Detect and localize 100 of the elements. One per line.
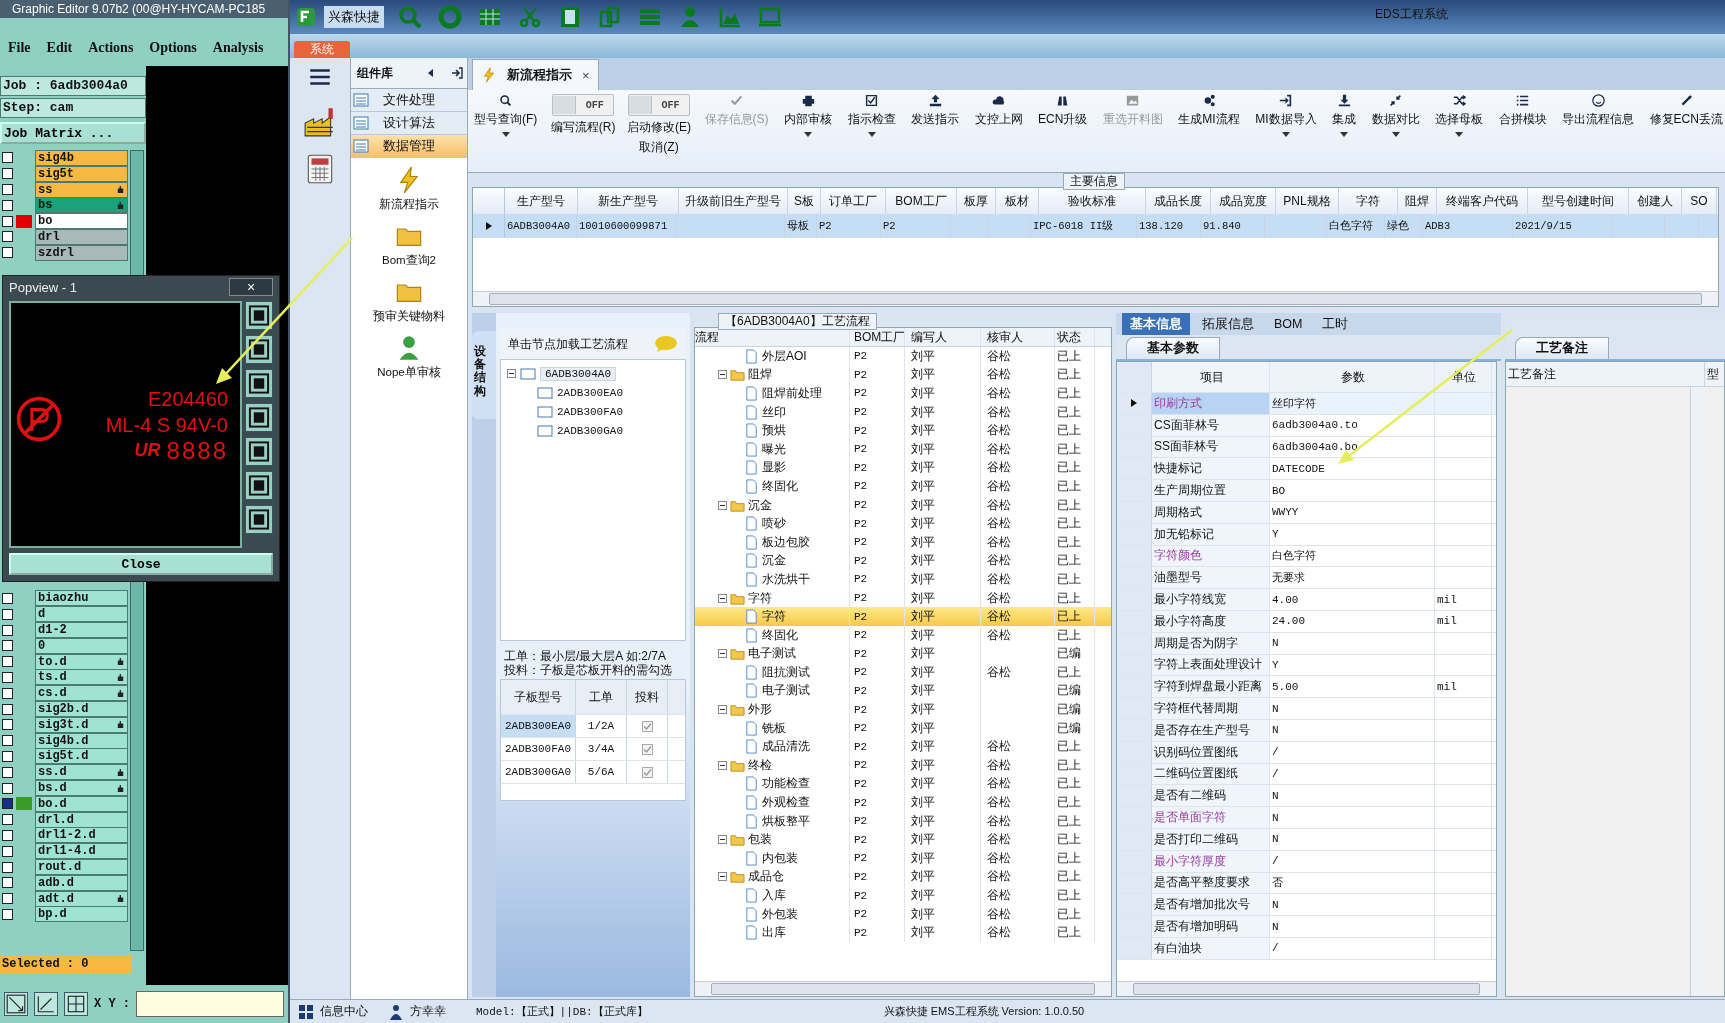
hint-text: 单击节点加载工艺流程 bbox=[508, 335, 628, 353]
param-name: 是否有增加批次号 bbox=[1152, 894, 1270, 916]
table-cell: 刘平 bbox=[911, 645, 935, 663]
table-cell: P2 bbox=[854, 350, 868, 363]
table-cell: 已上 bbox=[1057, 477, 1081, 495]
table-cell: 已上 bbox=[1057, 366, 1081, 384]
param-value: N bbox=[1270, 807, 1435, 828]
table-cell: 3/4A bbox=[576, 738, 627, 760]
table-cell: P2 bbox=[854, 759, 868, 772]
step-name: 包装 bbox=[748, 831, 772, 849]
table-cell: 刘平 bbox=[911, 924, 935, 942]
param-value: 4.00 bbox=[1270, 589, 1435, 610]
param-name: CS面菲林号 bbox=[1152, 414, 1270, 436]
table-cell: 刘平 bbox=[911, 347, 935, 365]
param-value: N bbox=[1270, 632, 1435, 654]
table-cell: P2 bbox=[854, 610, 868, 623]
table-cell: 刘平 bbox=[911, 701, 935, 719]
table-cell: 已上 bbox=[1057, 422, 1081, 440]
panel-title: 组件库 bbox=[357, 64, 394, 82]
unit-text: mil bbox=[1437, 593, 1457, 606]
step-name: 外形 bbox=[748, 701, 772, 719]
table-cell: P2 bbox=[854, 536, 868, 549]
step-name: 电子测试 bbox=[748, 645, 796, 663]
param-name: 字符到焊盘最小距离 bbox=[1152, 676, 1270, 698]
table-cell: 5/6A bbox=[576, 761, 627, 783]
step-name: 终固化 bbox=[762, 477, 798, 495]
table-cell: 谷松 bbox=[987, 831, 1011, 849]
table-cell: 已编 bbox=[1057, 645, 1081, 663]
step-name: 外层AOI bbox=[762, 347, 807, 365]
param-name: 是否有二维码 bbox=[1152, 785, 1270, 807]
table-cell: 已编 bbox=[1057, 701, 1081, 719]
step-name: 阻抗测试 bbox=[762, 663, 810, 681]
param-name: 最小字符厚度 bbox=[1152, 850, 1270, 872]
table-cell: 刘平 bbox=[911, 831, 935, 849]
table-cell: 已上 bbox=[1057, 440, 1081, 458]
table-cell: 已上 bbox=[1057, 533, 1081, 551]
param-name: 周期格式 bbox=[1152, 502, 1270, 523]
step-name: 成品仓 bbox=[748, 868, 784, 886]
table-cell: 谷松 bbox=[987, 608, 1011, 626]
unit-text: mil bbox=[1437, 615, 1457, 628]
table-cell: P2 bbox=[854, 387, 868, 400]
table-cell: ADB3 bbox=[1425, 220, 1451, 232]
table-cell: 谷松 bbox=[987, 924, 1011, 942]
table-cell: 已上 bbox=[1057, 347, 1081, 365]
table-cell: P2 bbox=[819, 220, 832, 232]
table-cell: 91.840 bbox=[1203, 220, 1241, 232]
param-name: 有白油块 bbox=[1152, 937, 1270, 959]
step-name: 预烘 bbox=[762, 422, 786, 440]
param-name: 识别码位置图纸 bbox=[1152, 741, 1270, 763]
table-cell: 刘平 bbox=[911, 719, 935, 737]
step-name: 外观检查 bbox=[762, 794, 810, 812]
table-cell: 刘平 bbox=[911, 794, 935, 812]
step-name: 烘板整平 bbox=[762, 812, 810, 830]
table-cell: 刘平 bbox=[911, 812, 935, 830]
table-cell: P2 bbox=[854, 406, 868, 419]
table-cell: 谷松 bbox=[987, 589, 1011, 607]
table-cell: 刘平 bbox=[911, 589, 935, 607]
table-cell: 谷松 bbox=[987, 849, 1011, 867]
param-value: 丝印字符 bbox=[1270, 393, 1435, 414]
step-name: 终检 bbox=[748, 756, 772, 774]
silkscreen-text: ML-4 S 94V-0 bbox=[105, 412, 228, 437]
table-cell: 刘平 bbox=[911, 775, 935, 793]
step-name: 功能检查 bbox=[762, 775, 810, 793]
param-value: N bbox=[1270, 785, 1435, 807]
step-name: 阻焊 bbox=[748, 366, 772, 384]
param-value: / bbox=[1270, 763, 1435, 785]
table-cell: 已上 bbox=[1057, 552, 1081, 570]
table-cell: 10010600099871 bbox=[579, 220, 668, 232]
param-value: 无要求 bbox=[1270, 567, 1435, 589]
window-title: EDS工程系统 bbox=[1375, 6, 1448, 23]
param-value: N bbox=[1270, 828, 1435, 850]
table-cell: 刘平 bbox=[911, 366, 935, 384]
table-cell: 刘平 bbox=[911, 552, 935, 570]
silkscreen-text: E204460 bbox=[147, 386, 228, 411]
table-cell: 刘平 bbox=[911, 570, 935, 588]
table-cell: 谷松 bbox=[987, 663, 1011, 681]
param-name: 快捷标记 bbox=[1152, 458, 1270, 480]
table-cell: 谷松 bbox=[987, 496, 1011, 514]
table-cell: P2 bbox=[883, 220, 896, 232]
table-cell: 已上 bbox=[1057, 775, 1081, 793]
selected-count: Selected : 0 bbox=[0, 955, 132, 973]
table-cell: 谷松 bbox=[987, 459, 1011, 477]
step-name: 入库 bbox=[762, 887, 786, 904]
table-cell: 谷松 bbox=[987, 887, 1011, 904]
step-name: 喷砂 bbox=[762, 515, 786, 533]
param-name: 最小字符线宽 bbox=[1152, 589, 1270, 610]
table-cell: P2 bbox=[854, 554, 868, 567]
table-cell: P2 bbox=[854, 685, 868, 697]
step-name: 显影 bbox=[762, 459, 786, 477]
step-name: 曝光 bbox=[762, 440, 786, 458]
table-cell: 已上 bbox=[1057, 403, 1081, 421]
section-title: 主要信息 bbox=[1063, 173, 1125, 190]
step-name: 成品清洗 bbox=[762, 738, 810, 756]
param-name: 加无铅标记 bbox=[1152, 523, 1270, 545]
step-name: 电子测试 bbox=[762, 682, 810, 700]
table-cell: 刘平 bbox=[911, 756, 935, 774]
note-text: 工单：最小层/最大层A 如:2/7A bbox=[504, 649, 668, 663]
table-cell: 刘平 bbox=[911, 626, 935, 644]
table-cell: 2021/9/15 bbox=[1515, 220, 1572, 232]
step-name: 字符 bbox=[762, 608, 786, 626]
